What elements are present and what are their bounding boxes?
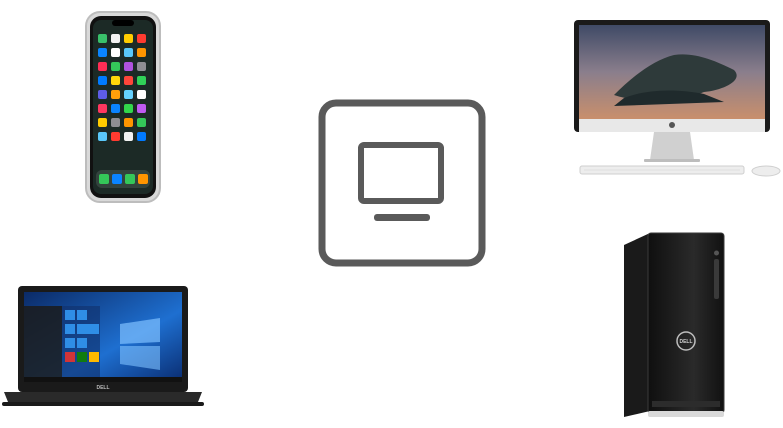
laptop-brand-logo: DELL — [96, 385, 109, 391]
imac-image — [574, 20, 783, 182]
laptop-image: DELL — [0, 284, 206, 408]
smartphone-icon — [85, 11, 161, 203]
desktop-all-in-one-icon — [574, 20, 781, 177]
smartphone-image — [84, 10, 162, 204]
monitor-icon — [318, 99, 486, 267]
device-grid: DELL DELL — [0, 0, 783, 428]
center-monitor-icon[interactable] — [318, 99, 486, 267]
tower-brand-logo: DELL — [679, 339, 692, 345]
desktop-tower-icon: DELL — [624, 232, 725, 417]
laptop-icon: DELL — [2, 286, 204, 406]
desktop-tower-image: DELL — [620, 231, 728, 419]
